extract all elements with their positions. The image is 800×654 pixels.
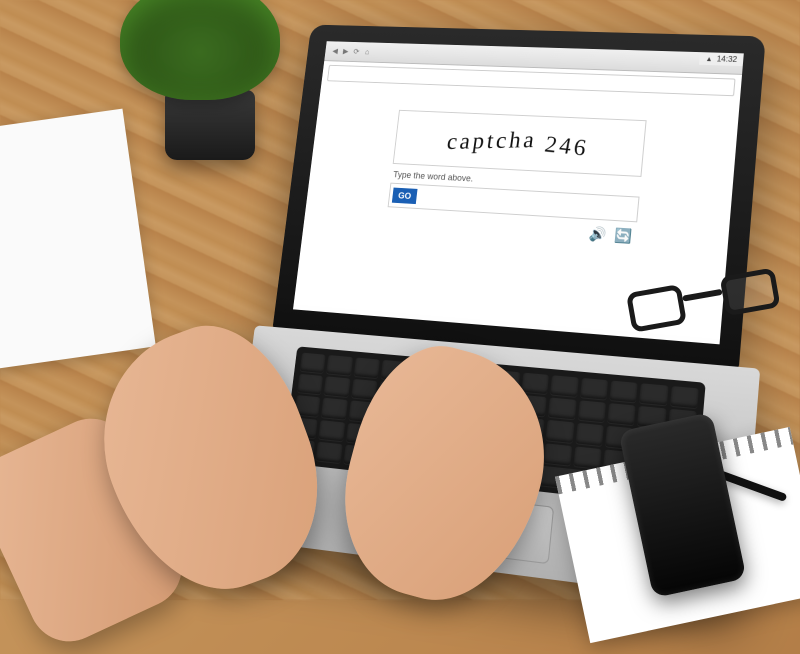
go-button[interactable]: GO	[392, 188, 418, 205]
captcha-widget: captcha 246 Type the word above. GO 🔊 🔄	[375, 110, 647, 337]
wifi-icon	[705, 54, 713, 63]
captcha-challenge-image: captcha 246	[393, 110, 647, 177]
reload-icon[interactable]: ⟳	[351, 47, 361, 56]
refresh-icon[interactable]: 🔄	[614, 227, 633, 245]
captcha-word-2: 246	[544, 132, 588, 163]
potted-plant	[120, 0, 300, 180]
audio-icon[interactable]: 🔊	[588, 225, 607, 243]
forward-icon[interactable]: ▶	[341, 47, 351, 56]
back-icon[interactable]: ◀	[330, 46, 340, 55]
clock: 14:32	[716, 55, 737, 64]
system-status-bar: 14:32	[699, 52, 744, 66]
captcha-word-1: captcha	[446, 127, 539, 155]
home-icon[interactable]: ⌂	[362, 47, 372, 56]
